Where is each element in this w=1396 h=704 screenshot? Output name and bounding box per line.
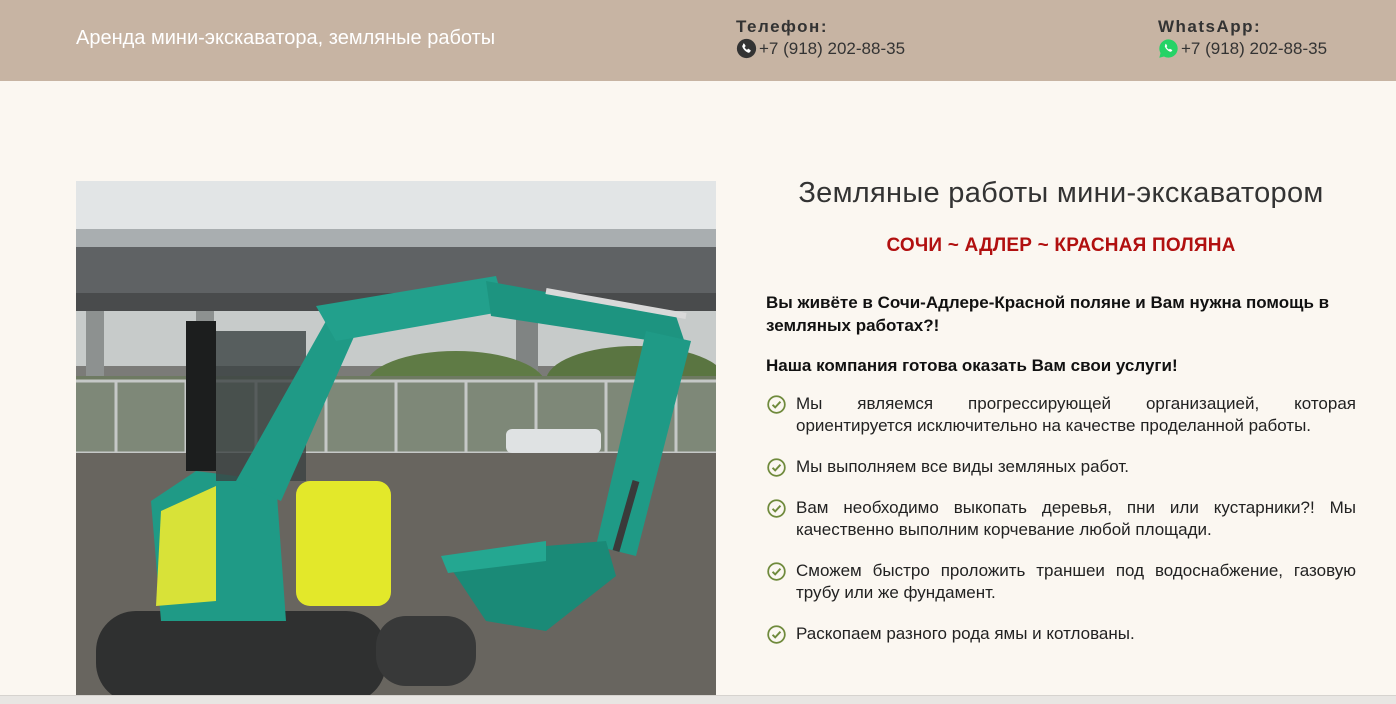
feature-text: Раскопаем разного рода ямы и котлованы. bbox=[796, 624, 1135, 643]
phone-contact: Телефон: +7 (918) 202-88-35 bbox=[736, 17, 905, 59]
features-list: Мы являемся прогрессирующей организацией… bbox=[766, 393, 1356, 645]
intro-offer: Наша компания готова оказать Вам свои ус… bbox=[766, 356, 1178, 375]
feature-text: Сможем быстро проложить траншеи под водо… bbox=[796, 561, 1356, 602]
site-header: Аренда мини-экскаватора, земляные работы… bbox=[0, 0, 1396, 81]
feature-text: Вам необходимо выкопать деревья, пни или… bbox=[796, 498, 1356, 539]
whatsapp-number: +7 (918) 202-88-35 bbox=[1181, 38, 1328, 58]
feature-item: Вам необходимо выкопать деревья, пни или… bbox=[766, 497, 1356, 541]
check-circle-icon bbox=[767, 625, 786, 644]
excavator-photo bbox=[76, 181, 716, 703]
check-circle-icon bbox=[767, 562, 786, 581]
phone-link[interactable]: +7 (918) 202-88-35 bbox=[736, 38, 905, 59]
page-title: Земляные работы мини-экскаватором bbox=[798, 177, 1324, 209]
phone-label: Телефон: bbox=[736, 17, 828, 36]
check-circle-icon bbox=[767, 395, 786, 414]
locations-subtitle: СОЧИ ~ АДЛЕР ~ КРАСНАЯ ПОЛЯНА bbox=[886, 235, 1236, 256]
whatsapp-label: WhatsApp: bbox=[1158, 17, 1262, 36]
main-content: Земляные работы мини-экскаватором СОЧИ ~… bbox=[766, 177, 1356, 664]
feature-text: Мы выполняем все виды земляных работ. bbox=[796, 457, 1129, 476]
site-title: Аренда мини-экскаватора, земляные работы bbox=[76, 27, 496, 49]
check-circle-icon bbox=[767, 499, 786, 518]
feature-item: Раскопаем разного рода ямы и котлованы. bbox=[766, 623, 1356, 645]
feature-item: Сможем быстро проложить траншеи под водо… bbox=[766, 560, 1356, 604]
whatsapp-icon bbox=[1159, 39, 1178, 58]
feature-item: Мы являемся прогрессирующей организацией… bbox=[766, 393, 1356, 437]
check-circle-icon bbox=[767, 458, 786, 477]
intro-question: Вы живёте в Сочи-Адлере-Красной поляне и… bbox=[766, 293, 1330, 335]
excavator-illustration bbox=[76, 181, 716, 703]
phone-icon bbox=[736, 38, 757, 59]
feature-item: Мы выполняем все виды земляных работ. bbox=[766, 456, 1356, 478]
whatsapp-link[interactable]: +7 (918) 202-88-35 bbox=[1158, 38, 1327, 59]
whatsapp-contact: WhatsApp: +7 (918) 202-88-35 bbox=[1158, 17, 1327, 59]
feature-text: Мы являемся прогрессирующей организацией… bbox=[796, 394, 1356, 435]
phone-number: +7 (918) 202-88-35 bbox=[759, 38, 906, 58]
